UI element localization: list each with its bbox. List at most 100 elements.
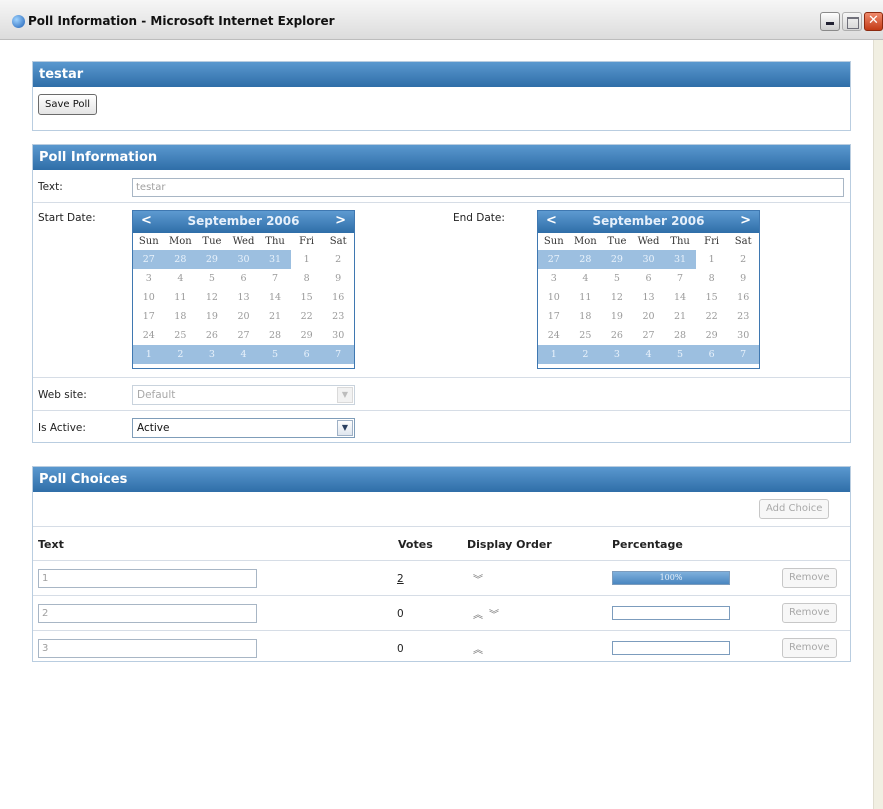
calendar-day[interactable]: 2 (569, 345, 602, 364)
choice-text-input[interactable]: 2 (38, 604, 257, 623)
calendar-day[interactable]: 7 (322, 345, 354, 364)
calendar-day[interactable]: 3 (601, 345, 633, 364)
choice-text-input[interactable]: 3 (38, 639, 257, 658)
calendar-day[interactable]: 28 (164, 250, 197, 269)
calendar-next-button[interactable]: > (335, 213, 346, 228)
choice-text-input[interactable]: 1 (38, 569, 257, 588)
calendar-day[interactable]: 16 (727, 288, 759, 307)
calendar-day[interactable]: 11 (570, 288, 602, 307)
calendar-day[interactable]: 25 (570, 326, 602, 345)
calendar-day[interactable]: 13 (228, 288, 260, 307)
remove-choice-button[interactable]: Remove (782, 568, 837, 588)
calendar-day[interactable]: 5 (601, 269, 633, 288)
calendar-day[interactable]: 22 (696, 307, 728, 326)
calendar-day[interactable]: 17 (538, 307, 570, 326)
calendar-day[interactable]: 29 (601, 250, 633, 269)
calendar-day[interactable]: 10 (538, 288, 570, 307)
calendar-day[interactable]: 7 (727, 345, 759, 364)
calendar-day[interactable]: 3 (133, 269, 165, 288)
calendar-day[interactable]: 5 (196, 269, 228, 288)
calendar-day[interactable]: 1 (696, 250, 728, 269)
remove-choice-button[interactable]: Remove (782, 603, 837, 623)
calendar-day[interactable]: 2 (727, 250, 759, 269)
end-date-calendar[interactable]: < September 2006 > Sun Mon Tue Wed Thu Fri Sat… (537, 210, 760, 369)
calendar-day[interactable]: 15 (696, 288, 728, 307)
calendar-day[interactable]: 23 (727, 307, 759, 326)
is-active-select[interactable]: Active ▼ (132, 418, 355, 438)
move-down-icon[interactable]: ︾ (473, 575, 489, 586)
poll-text-input[interactable]: testar (132, 178, 844, 197)
calendar-next-button[interactable]: > (740, 213, 751, 228)
calendar-day[interactable]: 4 (227, 345, 260, 364)
calendar-day[interactable]: 6 (695, 345, 728, 364)
calendar-day[interactable]: 14 (664, 288, 696, 307)
calendar-day[interactable]: 12 (601, 288, 633, 307)
calendar-day[interactable]: 16 (322, 288, 354, 307)
calendar-day[interactable]: 8 (291, 269, 323, 288)
calendar-day[interactable]: 15 (291, 288, 323, 307)
calendar-day[interactable]: 29 (696, 326, 728, 345)
calendar-day[interactable]: 22 (291, 307, 323, 326)
calendar-day[interactable]: 5 (664, 345, 696, 364)
calendar-day[interactable]: 27 (228, 326, 260, 345)
calendar-day[interactable]: 9 (727, 269, 759, 288)
calendar-day[interactable]: 6 (228, 269, 260, 288)
calendar-day[interactable]: 1 (133, 345, 165, 364)
calendar-day[interactable]: 27 (133, 250, 165, 269)
calendar-day[interactable]: 27 (633, 326, 665, 345)
calendar-day[interactable]: 12 (196, 288, 228, 307)
close-button[interactable] (864, 12, 883, 31)
calendar-day[interactable]: 20 (633, 307, 665, 326)
calendar-day[interactable]: 31 (664, 250, 696, 269)
move-up-icon[interactable]: ︽ (473, 645, 489, 656)
calendar-day[interactable]: 21 (664, 307, 696, 326)
calendar-day[interactable]: 2 (322, 250, 354, 269)
calendar-day[interactable]: 1 (291, 250, 323, 269)
calendar-day[interactable]: 1 (538, 345, 570, 364)
calendar-day[interactable]: 28 (664, 326, 696, 345)
calendar-day[interactable]: 5 (259, 345, 291, 364)
calendar-day[interactable]: 19 (196, 307, 228, 326)
calendar-day[interactable]: 10 (133, 288, 165, 307)
remove-choice-button[interactable]: Remove (782, 638, 837, 658)
calendar-day[interactable]: 6 (290, 345, 323, 364)
votes-count[interactable]: 2 (397, 573, 404, 585)
calendar-day[interactable]: 17 (133, 307, 165, 326)
calendar-day[interactable]: 27 (538, 250, 570, 269)
calendar-day[interactable]: 24 (133, 326, 165, 345)
calendar-day[interactable]: 11 (165, 288, 197, 307)
calendar-day[interactable]: 13 (633, 288, 665, 307)
calendar-day[interactable]: 9 (322, 269, 354, 288)
calendar-day[interactable]: 24 (538, 326, 570, 345)
calendar-day[interactable]: 30 (227, 250, 260, 269)
calendar-day[interactable]: 26 (196, 326, 228, 345)
calendar-day[interactable]: 18 (570, 307, 602, 326)
calendar-day[interactable]: 28 (569, 250, 602, 269)
calendar-day[interactable]: 26 (601, 326, 633, 345)
calendar-day[interactable]: 6 (633, 269, 665, 288)
move-down-icon[interactable]: ︾ (489, 610, 505, 621)
calendar-day[interactable]: 4 (165, 269, 197, 288)
minimize-button[interactable] (820, 12, 840, 31)
chevron-down-icon[interactable]: ▼ (337, 420, 353, 436)
calendar-day[interactable]: 21 (259, 307, 291, 326)
calendar-day[interactable]: 20 (228, 307, 260, 326)
start-date-calendar[interactable]: < September 2006 > Sun Mon Tue Wed Thu Fri Sat… (132, 210, 355, 369)
maximize-button[interactable] (842, 12, 862, 31)
calendar-day[interactable]: 18 (165, 307, 197, 326)
calendar-day[interactable]: 14 (259, 288, 291, 307)
calendar-day[interactable]: 29 (196, 250, 228, 269)
calendar-day[interactable]: 29 (291, 326, 323, 345)
calendar-day[interactable]: 4 (570, 269, 602, 288)
calendar-day[interactable]: 3 (538, 269, 570, 288)
calendar-day[interactable]: 23 (322, 307, 354, 326)
calendar-day[interactable]: 28 (259, 326, 291, 345)
calendar-day[interactable]: 4 (632, 345, 665, 364)
calendar-day[interactable]: 31 (259, 250, 291, 269)
calendar-day[interactable]: 8 (696, 269, 728, 288)
calendar-day[interactable]: 3 (196, 345, 228, 364)
calendar-day[interactable]: 25 (165, 326, 197, 345)
calendar-day[interactable]: 30 (322, 326, 354, 345)
calendar-day[interactable]: 30 (632, 250, 665, 269)
scrollbar[interactable] (873, 40, 883, 809)
